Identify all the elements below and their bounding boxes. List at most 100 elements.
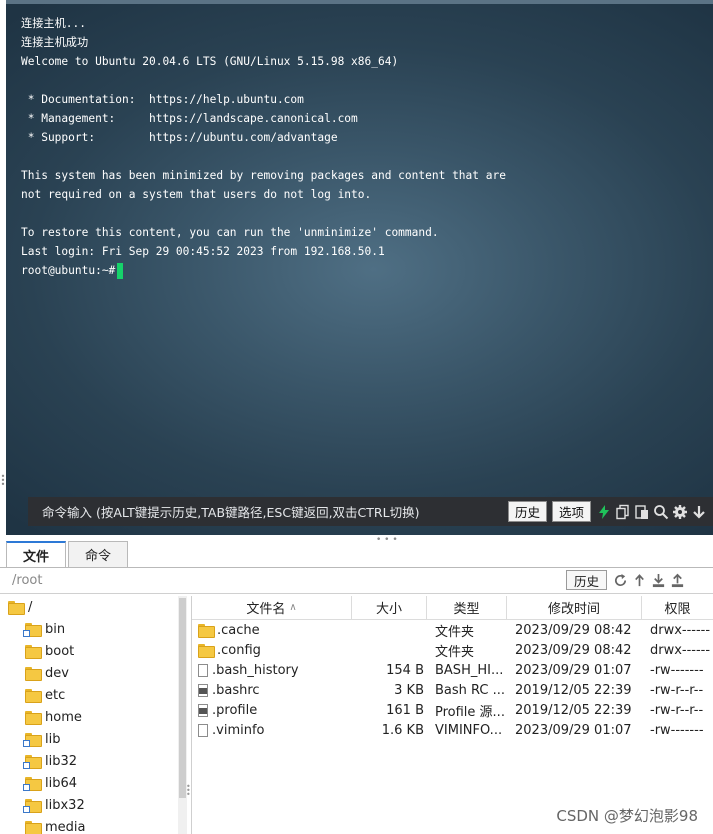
history-button[interactable]: 历史: [507, 501, 547, 522]
download-icon[interactable]: [651, 573, 666, 588]
path-history-button[interactable]: 历史: [565, 570, 607, 590]
folder-icon: [25, 689, 42, 703]
table-row[interactable]: .config 文件夹 2023/09/29 08:42 drwx------: [192, 640, 713, 660]
file-type: 文件夹: [435, 644, 475, 660]
table-row[interactable]: .profile 161 B Profile 源... 2019/12/05 22:3…: [192, 700, 713, 720]
tree-item-label: libx32: [45, 797, 85, 813]
tree-item-label: boot: [45, 643, 75, 659]
tree-item-media[interactable]: media: [0, 816, 178, 834]
copy-icon[interactable]: [615, 504, 631, 520]
options-button[interactable]: 选项: [551, 501, 591, 522]
refresh-icon[interactable]: [613, 573, 628, 588]
table-row[interactable]: .bashrc 3 KB Bash RC ... 2019/12/05 22:39 -r…: [192, 680, 713, 700]
file-type: Profile 源...: [435, 704, 505, 720]
splitter-handle[interactable]: • • •: [376, 535, 398, 545]
folder-icon: [25, 821, 42, 834]
terminal-line: 连接主机...: [21, 17, 86, 30]
table-row[interactable]: .cache 文件夹 2023/09/29 08:42 drwx------: [192, 620, 713, 640]
tree-item-bin[interactable]: bin: [0, 618, 178, 640]
folder-link-icon: [23, 777, 42, 791]
path-bar: /root 历史: [0, 568, 713, 592]
tree-item-label: /: [28, 599, 33, 615]
file-icon: [198, 723, 208, 737]
terminal-panel[interactable]: 连接主机... 连接主机成功 Welcome to Ubuntu 20.04.6 L…: [6, 0, 713, 535]
search-icon[interactable]: [653, 504, 669, 520]
tab-bar: 文件 命令: [6, 541, 130, 568]
lightning-icon[interactable]: [596, 504, 612, 520]
table-row[interactable]: .viminfo 1.6 KB VIMINFO... 2023/09/29 01:07…: [192, 720, 713, 740]
command-input[interactable]: 命令输入 (按ALT键提示历史,TAB键路径,ESC键返回,双击CTRL切换): [42, 502, 508, 521]
file-name: .bash_history: [212, 662, 299, 678]
tree-item-label: media: [45, 819, 86, 834]
terminal-line: * Support: https://ubuntu.com/advantage: [21, 131, 338, 144]
tree-item-libx32[interactable]: libx32: [0, 794, 178, 816]
directory-tree: / bin boot dev etc home lib lib32 lib64 libx32 med…: [0, 596, 178, 834]
file-type: Bash RC ...: [435, 682, 506, 698]
folder-icon: [198, 624, 215, 638]
tree-item-label: bin: [45, 621, 66, 637]
column-header-modified[interactable]: 修改时间: [507, 596, 642, 619]
file-modified: 2023/09/29 01:07: [515, 722, 632, 738]
terminal-line: Last login: Fri Sep 29 00:45:52 2023 fro…: [21, 245, 385, 258]
path-input[interactable]: /root: [12, 573, 566, 588]
watermark: CSDN @梦幻泡影98: [556, 807, 698, 825]
download-arrow-icon[interactable]: [691, 504, 707, 520]
folder-link-icon: [23, 623, 42, 637]
tree-item-label: etc: [45, 687, 66, 703]
terminal-line: not required on a system that users do n…: [21, 188, 372, 201]
folder-icon: [25, 667, 42, 681]
gear-icon[interactable]: [672, 504, 688, 520]
tree-item-lib[interactable]: lib: [0, 728, 178, 750]
file-type: BASH_HI...: [435, 662, 504, 678]
file-name: .viminfo: [212, 722, 265, 738]
terminal-line: This system has been minimized by removi…: [21, 169, 506, 182]
file-size: 3 KB: [394, 682, 424, 698]
file-modified: 2023/09/29 01:07: [515, 662, 632, 678]
file-modified: 2023/09/29 08:42: [515, 642, 632, 658]
folder-icon: [198, 644, 215, 658]
file-name: .config: [217, 642, 261, 658]
tree-item-label: lib: [45, 731, 61, 747]
tree-item-root[interactable]: /: [0, 596, 178, 618]
file-size: 1.6 KB: [381, 722, 424, 738]
tree-item-label: dev: [45, 665, 69, 681]
table-row[interactable]: .bash_history 154 B BASH_HI... 2023/09/29 0…: [192, 660, 713, 680]
terminal-line: 连接主机成功: [21, 36, 89, 49]
tree-item-boot[interactable]: boot: [0, 640, 178, 662]
folder-icon: [8, 601, 25, 615]
folder-link-icon: [23, 755, 42, 769]
tree-item-home[interactable]: home: [0, 706, 178, 728]
terminal-line: To restore this content, you can run the…: [21, 226, 439, 239]
file-icon: [198, 663, 208, 677]
file-manager-panel: • • • 文件 命令 /root 历史 / bin boot dev etc home l…: [0, 535, 713, 834]
up-directory-icon[interactable]: [632, 573, 647, 588]
column-header-size[interactable]: 大小: [352, 596, 427, 619]
column-header-type[interactable]: 类型: [427, 596, 507, 619]
column-header-name[interactable]: 文件名 ∧: [192, 596, 352, 619]
tree-item-label: lib64: [45, 775, 78, 791]
file-permissions: -rw-r--r--: [650, 702, 704, 718]
terminal-prompt: root@ubuntu:~#: [21, 264, 116, 277]
tab-commands[interactable]: 命令: [68, 541, 129, 568]
file-type: 文件夹: [435, 624, 475, 640]
terminal-prompt-line[interactable]: root@ubuntu:~#: [21, 261, 703, 280]
file-name: .cache: [217, 622, 260, 638]
terminal-line: Welcome to Ubuntu 20.04.6 LTS (GNU/Linux…: [21, 55, 399, 68]
tab-files[interactable]: 文件: [6, 541, 67, 568]
upload-icon[interactable]: [670, 573, 685, 588]
file-size: 161 B: [386, 702, 424, 718]
tree-item-lib64[interactable]: lib64: [0, 772, 178, 794]
tree-item-label: home: [45, 709, 82, 725]
vertical-splitter[interactable]: • • •: [186, 783, 191, 799]
command-input-bar[interactable]: 命令输入 (按ALT键提示历史,TAB键路径,ESC键返回,双击CTRL切换) …: [28, 497, 713, 526]
paste-icon[interactable]: [634, 504, 650, 520]
terminal-line: * Documentation: https://help.ubuntu.com: [21, 93, 304, 106]
tree-item-lib32[interactable]: lib32: [0, 750, 178, 772]
tree-item-dev[interactable]: dev: [0, 662, 178, 684]
resize-handle[interactable]: • • •: [0, 473, 6, 489]
tree-item-etc[interactable]: etc: [0, 684, 178, 706]
column-header-permissions[interactable]: 权限: [642, 596, 713, 619]
